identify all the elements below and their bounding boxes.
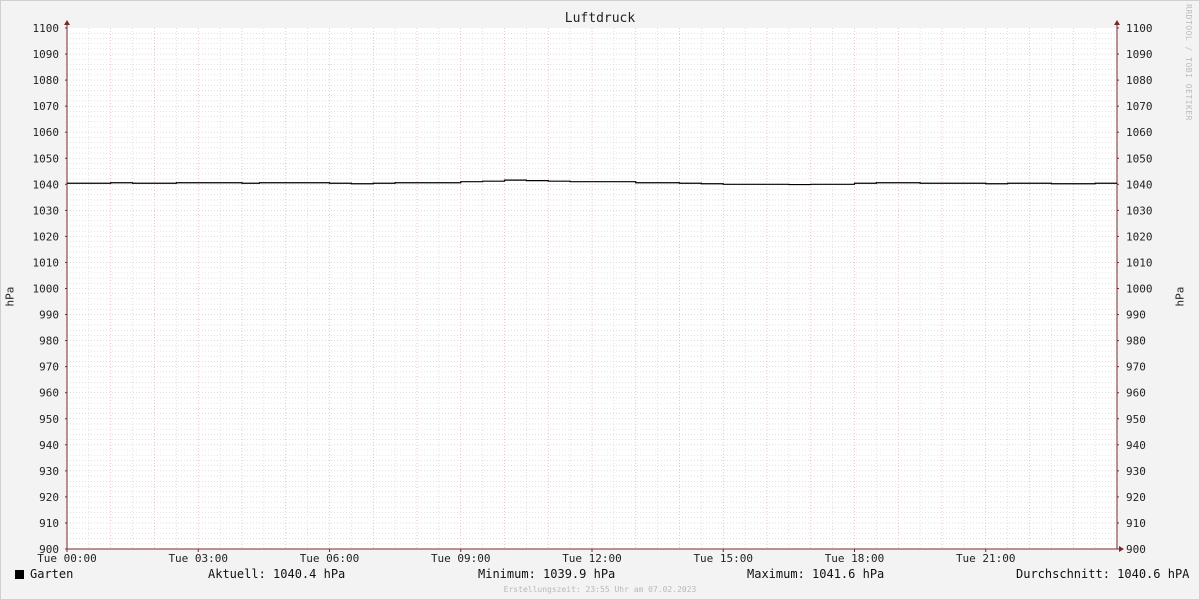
y-tick-label-left: 1000: [33, 283, 60, 296]
y-tick-label-left: 930: [39, 465, 59, 478]
y-tick-label-left: 1030: [33, 204, 60, 217]
legend-minimum-value: Minimum: 1039.9 hPa: [478, 567, 616, 581]
x-tick-label: Tue 12:00: [562, 552, 622, 565]
y-tick-label-left: 990: [39, 309, 59, 322]
legend-series-name: Garten: [30, 567, 74, 581]
legend-current-value: Aktuell: 1040.4 hPa: [208, 567, 346, 581]
y-tick-label-right: 900: [1126, 543, 1146, 556]
y-tick-label-right: 1030: [1126, 204, 1153, 217]
y-tick-label-left: 1050: [33, 152, 60, 165]
x-tick-label: Tue 03:00: [168, 552, 228, 565]
y-tick-label-left: 1070: [33, 100, 60, 113]
y-tick-label-left: 1040: [33, 178, 60, 191]
y-tick-label-right: 920: [1126, 491, 1146, 504]
y-tick-label-right: 1010: [1126, 256, 1153, 269]
y-tick-label-right: 980: [1126, 335, 1146, 348]
y-tick-label-right: 1070: [1126, 100, 1153, 113]
legend-average-value: Durchschnitt: 1040.6 hPA: [1016, 567, 1190, 581]
y-tick-label-left: 940: [39, 439, 59, 452]
y-tick-label-left: 950: [39, 413, 59, 426]
y-tick-label-right: 1060: [1126, 126, 1153, 139]
y-axis-arrow-right: [1114, 20, 1120, 25]
x-axis-arrow: [1119, 546, 1124, 552]
y-tick-label-left: 980: [39, 335, 59, 348]
y-tick-label-left: 910: [39, 517, 59, 530]
y-tick-label-left: 1100: [33, 22, 60, 35]
x-tick-label: Tue 21:00: [956, 552, 1016, 565]
y-tick-label-right: 1050: [1126, 152, 1153, 165]
y-tick-label-left: 960: [39, 387, 59, 400]
y-tick-label-right: 960: [1126, 387, 1146, 400]
series-swatch: [15, 570, 24, 579]
y-tick-label-right: 1040: [1126, 178, 1153, 191]
y-tick-label-right: 1000: [1126, 283, 1153, 296]
y-tick-label-right: 1090: [1126, 48, 1153, 61]
legend-maximum-value: Maximum: 1041.6 hPa: [747, 567, 885, 581]
y-tick-label-right: 930: [1126, 465, 1146, 478]
x-tick-label: Tue 00:00: [37, 552, 97, 565]
y-tick-label-right: 1020: [1126, 230, 1153, 243]
y-tick-label-right: 950: [1126, 413, 1146, 426]
x-tick-label: Tue 15:00: [693, 552, 753, 565]
y-tick-label-right: 1080: [1126, 74, 1153, 87]
x-tick-label: Tue 18:00: [825, 552, 885, 565]
x-tick-label: Tue 09:00: [431, 552, 491, 565]
y-tick-label-left: 920: [39, 491, 59, 504]
x-tick-label: Tue 06:00: [300, 552, 360, 565]
chart-plot: 900 900910 910920 920930 930940 940950 950960 9…: [33, 20, 1153, 565]
y-axis-arrow-left: [64, 20, 70, 25]
y-tick-label-right: 990: [1126, 309, 1146, 322]
y-tick-label-left: 1020: [33, 230, 60, 243]
legend-bar: Garten Aktuell: 1040.4 hPa Minimum: 1039…: [0, 567, 1200, 585]
y-tick-label-left: 1090: [33, 48, 60, 61]
y-tick-label-left: 1060: [33, 126, 60, 139]
y-tick-label-left: 1010: [33, 256, 60, 269]
y-tick-label-right: 970: [1126, 361, 1146, 374]
y-tick-label-left: 970: [39, 361, 59, 374]
y-tick-label-right: 1100: [1126, 22, 1153, 35]
y-tick-label-right: 910: [1126, 517, 1146, 530]
y-tick-label-right: 940: [1126, 439, 1146, 452]
creation-timestamp: Erstellungszeit: 23:55 Uhr am 07.02.2023: [503, 585, 697, 594]
y-tick-label-left: 1080: [33, 74, 60, 87]
